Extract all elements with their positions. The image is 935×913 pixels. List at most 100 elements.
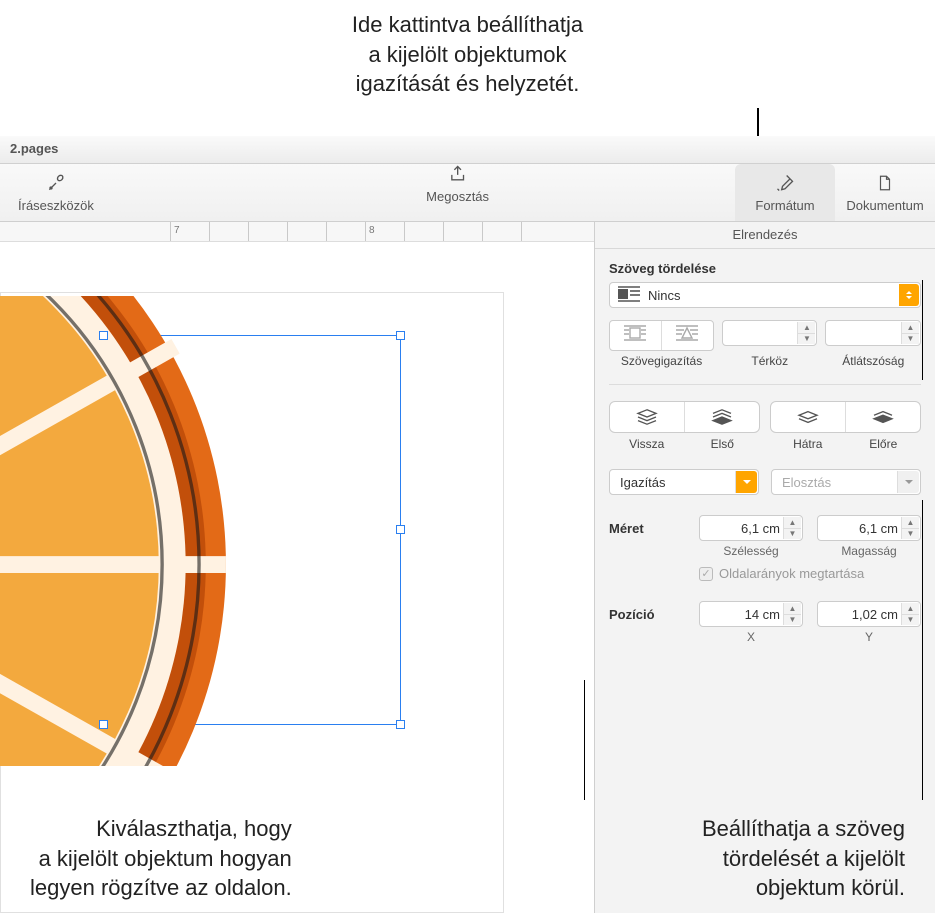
toolbar-document-button[interactable]: Dokumentum (835, 164, 935, 221)
chevron-down-icon (897, 471, 919, 493)
y-field[interactable]: 1,02 cm ▲▼ (817, 601, 921, 627)
stepper-up-icon[interactable]: ▲ (783, 517, 801, 528)
resize-handle[interactable] (396, 331, 405, 340)
chevron-down-icon (735, 471, 757, 493)
ruler-tick (482, 222, 483, 241)
stepper-up-icon[interactable]: ▲ (901, 517, 919, 528)
y-sublabel: Y (817, 630, 921, 644)
sidebar-arrange-tab[interactable]: Elrendezés (595, 222, 935, 249)
text-fit-contour-icon[interactable] (661, 321, 713, 350)
selected-object[interactable] (0, 335, 401, 725)
size-label: Méret (609, 521, 685, 536)
bring-to-front-label: Első (685, 437, 761, 451)
wrap-none-icon (618, 286, 640, 305)
ruler-tick (170, 222, 171, 241)
send-backward-label: Hátra (770, 437, 846, 451)
tools-icon (46, 173, 66, 197)
wrap-spacing-stepper[interactable]: ▲▼ (722, 320, 818, 346)
document-canvas[interactable] (0, 242, 594, 913)
wrap-opacity-label: Átlátszóság (826, 354, 921, 368)
stepper-down-icon[interactable]: ▼ (901, 614, 919, 626)
format-sidebar: Elrendezés Szöveg tördelése Nincs (595, 222, 935, 913)
ruler-tick (326, 222, 327, 241)
toolbar-share-button[interactable]: Megosztás (408, 164, 507, 204)
callout-connector-left (584, 680, 585, 800)
width-value: 6,1 cm (741, 521, 780, 536)
toolbar-tools-button[interactable]: Íráseszközök (0, 164, 112, 221)
callout-connector-right (922, 500, 923, 800)
height-sublabel: Magasság (817, 544, 921, 558)
text-wrap-popup[interactable]: Nincs (609, 282, 921, 308)
ruler-tick (287, 222, 288, 241)
stepper-down-icon[interactable]: ▼ (901, 528, 919, 540)
callouts-bottom: Kiválaszthatja, hogy a kijelölt objektum… (0, 814, 935, 903)
position-label: Pozíció (609, 607, 685, 622)
bring-to-front-button[interactable] (684, 402, 759, 432)
stepper-up-icon[interactable]: ▲ (901, 322, 919, 333)
x-field[interactable]: 14 cm ▲▼ (699, 601, 803, 627)
stepper-up-icon[interactable]: ▲ (901, 603, 919, 614)
ruler-tick (248, 222, 249, 241)
paintbrush-icon (775, 173, 795, 197)
stepper-up-icon[interactable]: ▲ (783, 603, 801, 614)
resize-handle[interactable] (396, 720, 405, 729)
align-dropdown[interactable]: Igazítás (609, 469, 759, 495)
orange-slice-illustration (0, 296, 247, 766)
stepper-down-icon[interactable]: ▼ (901, 333, 919, 345)
canvas-column (0, 222, 595, 913)
height-value: 6,1 cm (859, 521, 898, 536)
callout-bottom-left: Kiválaszthatja, hogy a kijelölt objektum… (30, 814, 292, 903)
ruler-tick (365, 222, 366, 241)
stepper-down-icon[interactable]: ▼ (783, 528, 801, 540)
send-to-back-label: Vissza (609, 437, 685, 451)
toolbar-share-label: Megosztás (426, 189, 489, 204)
callout-top: Ide kattintva beállíthatja a kijelölt ob… (0, 10, 935, 99)
document-icon (876, 173, 894, 197)
document-title: 2.pages (10, 141, 58, 156)
horizontal-ruler[interactable] (0, 222, 594, 242)
stepper-up-icon[interactable]: ▲ (797, 322, 815, 333)
text-fit-label: Szövegigazítás (609, 354, 714, 368)
toolbar-tools-label: Íráseszközök (18, 198, 94, 213)
ruler-tick (443, 222, 444, 241)
wrap-spacing-label: Térköz (722, 354, 817, 368)
share-icon (448, 164, 468, 188)
width-sublabel: Szélesség (699, 544, 803, 558)
callout-connector-right-upper (922, 280, 923, 380)
send-backward-button[interactable] (771, 402, 845, 432)
window-titlebar: 2.pages (0, 136, 935, 164)
resize-handle[interactable] (99, 331, 108, 340)
text-fit-segment[interactable] (609, 320, 714, 351)
y-value: 1,02 cm (852, 607, 898, 622)
bring-forward-label: Előre (846, 437, 922, 451)
toolbar: Íráseszközök Megosztás Formátum Dokum (0, 164, 935, 222)
ruler-tick (404, 222, 405, 241)
x-value: 14 cm (745, 607, 780, 622)
text-wrap-value: Nincs (648, 288, 681, 303)
text-wrap-label: Szöveg tördelése (609, 261, 921, 276)
popup-arrow-icon (899, 284, 919, 306)
callout-bottom-right: Beállíthatja a szöveg tördelését a kijel… (702, 814, 905, 903)
send-to-back-button[interactable] (610, 402, 684, 432)
wrap-opacity-stepper[interactable]: ▲▼ (825, 320, 921, 346)
app-window: 2.pages Íráseszközök Megosztás F (0, 136, 935, 913)
constrain-label: Oldalarányok megtartása (719, 566, 864, 581)
width-field[interactable]: 6,1 cm ▲▼ (699, 515, 803, 541)
distribute-dropdown[interactable]: Elosztás (771, 469, 921, 495)
toolbar-document-label: Dokumentum (846, 198, 923, 213)
bring-forward-button[interactable] (845, 402, 920, 432)
x-sublabel: X (699, 630, 803, 644)
toolbar-format-button[interactable]: Formátum (735, 164, 835, 221)
stepper-down-icon[interactable]: ▼ (797, 333, 815, 345)
resize-handle[interactable] (99, 720, 108, 729)
resize-handle[interactable] (396, 525, 405, 534)
separator (609, 384, 921, 385)
stepper-down-icon[interactable]: ▼ (783, 614, 801, 626)
text-fit-rect-icon[interactable] (610, 321, 661, 350)
height-field[interactable]: 6,1 cm ▲▼ (817, 515, 921, 541)
distribute-dropdown-label: Elosztás (782, 475, 831, 490)
ruler-tick (521, 222, 522, 241)
align-dropdown-label: Igazítás (620, 475, 666, 490)
constrain-checkbox[interactable]: ✓ (699, 567, 713, 581)
toolbar-format-label: Formátum (755, 198, 814, 213)
